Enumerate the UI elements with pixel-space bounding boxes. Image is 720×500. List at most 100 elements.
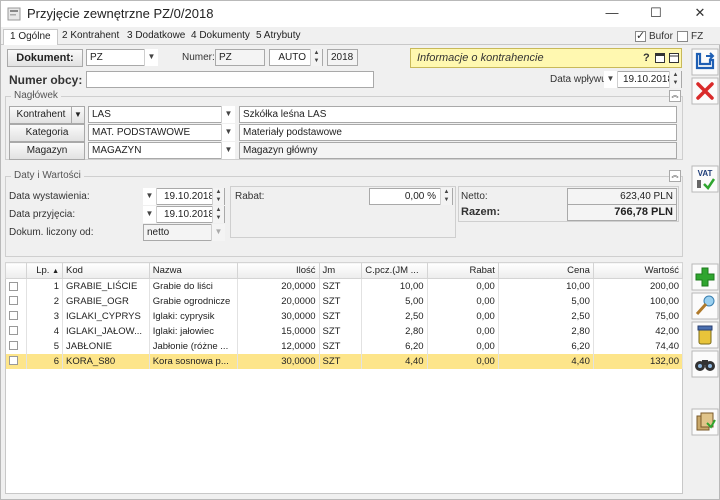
cell-rabat: 0,00 <box>427 338 499 354</box>
close-window-button[interactable]: ✕ <box>685 4 715 22</box>
date-spinner[interactable]: ▲ ▼ <box>212 188 224 205</box>
calendar-dropdown-icon[interactable]: ▼ <box>604 71 618 88</box>
cell-nazwa: Jabłonie (różne ... <box>149 338 238 354</box>
cell-select[interactable] <box>5 323 28 339</box>
row-checkbox[interactable] <box>8 296 18 306</box>
kontrahent-name-field[interactable]: Szkółka leśna LAS <box>239 106 677 123</box>
collapse-naglowek-icon[interactable]: ︽ <box>669 90 681 102</box>
window-title: Przyjęcie zewnętrzne PZ/0/2018 <box>27 6 214 21</box>
cell-ilosc: 20,0000 <box>237 278 320 294</box>
chevron-down-icon[interactable]: ▼ <box>211 224 225 241</box>
edit-icon[interactable] <box>691 292 719 320</box>
cell-kod: GRABIE_LIŚCIE <box>62 278 150 294</box>
table-row[interactable]: 5 JABŁONIE Jabłonie (różne ... 12,0000 SZT 6,… <box>5 338 684 354</box>
help-icon[interactable]: ? <box>643 52 650 64</box>
date-spinner[interactable]: ▲ ▼ <box>212 206 224 223</box>
fz-checkbox[interactable] <box>677 31 688 42</box>
magazyn-button[interactable]: Magazyn <box>9 142 85 160</box>
cell-select[interactable] <box>5 308 28 324</box>
cell-select[interactable] <box>5 338 28 354</box>
save-icon[interactable] <box>691 48 719 76</box>
kontrahent-button[interactable]: Kontrahent <box>9 106 73 124</box>
cell-jm: SZT <box>319 353 363 369</box>
chevron-down-icon[interactable]: ▼ <box>221 124 235 141</box>
collapse-daty-icon[interactable]: ︽ <box>669 170 681 182</box>
bufor-checkbox[interactable] <box>635 29 646 42</box>
kontrahent-menu-icon[interactable]: ▼ <box>71 106 85 124</box>
cell-lp: 1 <box>26 278 63 294</box>
rabat-spinner[interactable]: ▲ ▼ <box>440 188 452 205</box>
cell-kod: IGLAKI_CYPRYS <box>62 308 150 324</box>
netto-value: 623,40 PLN <box>567 188 677 205</box>
chevron-down-icon[interactable]: ▼ <box>144 49 158 66</box>
tab-atrybuty[interactable]: 5 Atrybuty <box>250 29 306 45</box>
col-ilosc[interactable]: Ilość <box>236 262 320 279</box>
cell-cpcz: 10,00 <box>361 278 428 294</box>
maximize-button[interactable]: ☐ <box>641 4 671 22</box>
cell-kod: JABŁONIE <box>62 338 150 354</box>
chevron-down-icon[interactable]: ▼ <box>221 142 235 159</box>
window-icon[interactable] <box>655 53 665 63</box>
cell-rabat: 0,00 <box>427 353 499 369</box>
cell-nazwa: Iglaki: jałowiec <box>149 323 238 339</box>
kategoria-name-field[interactable]: Materiały podstawowe <box>239 124 677 141</box>
cell-select[interactable] <box>5 293 28 309</box>
magazyn-code-field[interactable]: MAGAZYN <box>88 142 235 159</box>
table-row[interactable]: 1 GRABIE_LIŚCIE Grabie do liści 20,0000 SZT 1… <box>5 278 684 294</box>
contractor-info-box[interactable]: Informacje o kontrahencie ? <box>410 48 682 68</box>
calendar-dropdown-icon[interactable]: ▼ <box>143 206 157 223</box>
calendar-dropdown-icon[interactable]: ▼ <box>143 188 157 205</box>
row-checkbox[interactable] <box>8 341 18 351</box>
tab-ogolne[interactable]: 1 Ogólne <box>3 29 58 45</box>
tab-kontrahent[interactable]: 2 Kontrahent <box>56 29 125 45</box>
binoculars-icon[interactable] <box>691 350 719 378</box>
table-row[interactable]: 3 IGLAKI_CYPRYS Iglaki: cyprysik 30,0000 SZT… <box>5 308 684 324</box>
col-cpcz[interactable]: C.pcz.(JM ... <box>361 262 428 279</box>
delete-icon[interactable] <box>691 77 719 105</box>
col-wartosc[interactable]: Wartość <box>592 262 684 279</box>
col-kod[interactable]: Kod <box>62 262 150 279</box>
tab-dodatkowe[interactable]: 3 Dodatkowe <box>121 29 191 45</box>
cell-wartosc: 42,00 <box>593 323 684 339</box>
col-select[interactable] <box>4 262 28 279</box>
cell-cpcz: 6,20 <box>361 338 428 354</box>
cell-select[interactable] <box>5 278 28 294</box>
col-nazwa[interactable]: Nazwa <box>148 262 238 279</box>
row-checkbox[interactable] <box>8 311 18 321</box>
row-checkbox[interactable] <box>8 356 18 366</box>
row-checkbox[interactable] <box>8 281 18 291</box>
items-table[interactable]: Lp. ▲ Kod Nazwa Ilość Jm C.pcz.(JM ... R… <box>4 262 684 369</box>
cell-rabat: 0,00 <box>427 293 499 309</box>
minimize-button[interactable]: — <box>597 4 627 22</box>
fz-label: FZ <box>691 31 704 42</box>
numer-label: Numer: <box>182 52 215 63</box>
chevron-down-icon[interactable]: ▼ <box>221 106 235 123</box>
numer-spinner[interactable]: ▲ ▼ <box>310 49 322 66</box>
table-row[interactable]: 6 KORA_S80 Kora sosnowa p... 30,0000 SZT 4,40… <box>5 353 684 369</box>
col-rabat[interactable]: Rabat <box>426 262 499 279</box>
col-cena[interactable]: Cena <box>497 262 594 279</box>
cell-ilosc: 15,0000 <box>237 323 320 339</box>
kategoria-button[interactable]: Kategoria <box>9 124 85 142</box>
kategoria-code-field[interactable]: MAT. PODSTAWOWE <box>88 124 235 141</box>
trash-icon[interactable] <box>691 321 719 349</box>
add-icon[interactable] <box>691 263 719 291</box>
cell-jm: SZT <box>319 278 363 294</box>
kontrahent-code-field[interactable]: LAS <box>88 106 235 123</box>
tab-dokumenty[interactable]: 4 Dokumenty <box>185 29 256 45</box>
cell-rabat: 0,00 <box>427 278 499 294</box>
restore-icon[interactable] <box>669 53 679 63</box>
cell-kod: IGLAKI_JAŁOW... <box>62 323 150 339</box>
numer-obcy-input[interactable] <box>86 71 374 88</box>
row-checkbox[interactable] <box>8 326 18 336</box>
documents-icon[interactable] <box>691 408 719 436</box>
date-spinner[interactable]: ▲ ▼ <box>669 71 681 88</box>
col-lp[interactable]: Lp. ▲ <box>26 262 63 279</box>
table-row[interactable]: 2 GRABIE_OGR Grabie ogrodnicze 20,0000 SZT 5,… <box>5 293 684 309</box>
dokument-button[interactable]: Dokument: <box>7 49 83 67</box>
document-window: Przyjęcie zewnętrzne PZ/0/2018 — ☐ ✕ 1 O… <box>0 0 720 500</box>
table-row[interactable]: 4 IGLAKI_JAŁOW... Iglaki: jałowiec 15,0000 S… <box>5 323 684 339</box>
col-jm[interactable]: Jm <box>318 262 363 279</box>
cell-select[interactable] <box>5 353 28 369</box>
vat-icon[interactable]: VAT <box>691 165 719 193</box>
